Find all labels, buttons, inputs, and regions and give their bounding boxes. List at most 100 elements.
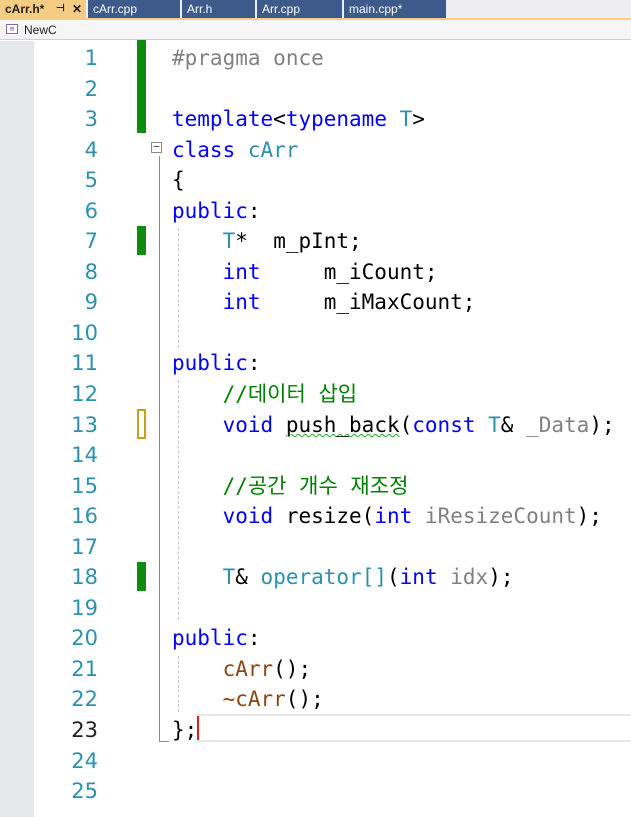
- token: void: [222, 504, 274, 528]
- line-number: 14: [71, 443, 98, 467]
- code-line-23[interactable]: };: [172, 718, 197, 742]
- current-line-highlight: [196, 714, 631, 742]
- token: cArr: [247, 138, 299, 162]
- line-number: 6: [84, 199, 98, 223]
- token: );: [488, 565, 514, 589]
- class-icon: ⊞: [6, 24, 18, 34]
- token: operator: [260, 565, 362, 589]
- change-bar: [137, 40, 146, 133]
- token: *: [235, 229, 248, 253]
- squiggle-token: push_back: [285, 413, 400, 437]
- line-number: 2: [84, 77, 98, 101]
- tab-label: cArr.h*: [5, 2, 45, 16]
- tab-label: Arr.h: [187, 2, 213, 16]
- scope-dropdown[interactable]: NewC: [24, 20, 57, 40]
- tab-carr-cpp[interactable]: cArr.cpp: [88, 0, 180, 18]
- code-line-7[interactable]: T* m_pInt;: [172, 229, 362, 253]
- close-icon[interactable]: ✕: [72, 0, 82, 18]
- token: void: [222, 413, 274, 437]
- code-line-16[interactable]: void resize(int iResizeCount);: [172, 504, 602, 528]
- line-number: 16: [71, 504, 98, 528]
- token: ();: [285, 687, 324, 711]
- code-line-3[interactable]: template<typename T>: [172, 107, 425, 131]
- tab-carr-h[interactable]: cArr.h* ⊣ ✕: [0, 0, 86, 18]
- token: int: [222, 290, 261, 314]
- code-line-22[interactable]: ~cArr();: [172, 687, 324, 711]
- token: once: [273, 46, 324, 70]
- line-number: 4: [84, 138, 98, 162]
- token: typename: [285, 107, 387, 131]
- navigation-bar[interactable]: ⊞ NewC: [0, 20, 631, 40]
- token: T: [488, 413, 501, 437]
- line-number: 10: [71, 321, 98, 345]
- token: (: [399, 413, 413, 437]
- outline-end: [159, 741, 169, 743]
- token: T: [399, 107, 413, 131]
- line-number-current: 23: [71, 718, 98, 742]
- token: :: [247, 351, 261, 375]
- line-number: 15: [71, 474, 98, 498]
- comment: //공간 개수 재조정: [222, 474, 409, 498]
- token: :: [247, 626, 261, 650]
- code-line-20[interactable]: public:: [172, 626, 261, 650]
- tab-label: cArr.cpp: [93, 2, 138, 16]
- line-number: 3: [84, 107, 98, 131]
- change-bar: [137, 562, 146, 591]
- code-line-11[interactable]: public:: [172, 351, 261, 375]
- line-number: 7: [84, 229, 98, 253]
- token: &: [500, 413, 514, 437]
- token: iResizeCount: [424, 504, 577, 528]
- line-number: 21: [71, 657, 98, 681]
- line-number: 5: [84, 168, 98, 192]
- line-number: 24: [71, 749, 98, 773]
- token: cArr: [222, 657, 274, 681]
- token: public: [172, 351, 248, 375]
- token: resize: [285, 504, 362, 528]
- saved-change-bar: [137, 409, 146, 439]
- line-number: 12: [71, 382, 98, 406]
- token: m_iMaxCount;: [323, 290, 476, 314]
- token: public: [172, 626, 248, 650]
- code-line-1[interactable]: #pragma once: [172, 46, 324, 70]
- code-line-6[interactable]: public:: [172, 199, 261, 223]
- token: >: [412, 107, 425, 131]
- tab-label: Arr.cpp: [262, 2, 301, 16]
- tab-main-cpp[interactable]: main.cpp*: [344, 0, 446, 18]
- code-line-9[interactable]: int m_iMaxCount;: [172, 290, 476, 314]
- code-line-15[interactable]: //공간 개수 재조정: [172, 474, 409, 498]
- token: );: [589, 413, 615, 437]
- token: ~cArr: [222, 687, 286, 711]
- tab-arr-cpp[interactable]: Arr.cpp: [257, 0, 342, 18]
- token: public: [172, 199, 248, 223]
- indicator-margin: [0, 41, 34, 817]
- token: m_pInt;: [273, 229, 362, 253]
- change-bar: [137, 226, 146, 255]
- token: int: [374, 504, 413, 528]
- tab-arr-h[interactable]: Arr.h: [182, 0, 255, 18]
- pin-icon[interactable]: ⊣: [56, 0, 65, 18]
- comment: //데이터 삽입: [222, 382, 358, 406]
- token: int: [222, 260, 261, 284]
- code-line-5[interactable]: {: [172, 168, 185, 192]
- token: (: [387, 565, 400, 589]
- token: #pragma: [172, 46, 261, 70]
- line-number: 20: [71, 626, 98, 650]
- token: (: [361, 504, 375, 528]
- token: template: [172, 107, 274, 131]
- line-number: 13: [71, 413, 98, 437]
- tab-bar: cArr.h* ⊣ ✕ cArr.cpp Arr.h Arr.cpp main.…: [0, 0, 631, 18]
- line-number: 25: [71, 779, 98, 803]
- collapse-toggle-icon[interactable]: −: [151, 141, 162, 153]
- code-line-12[interactable]: //데이터 삽입: [172, 382, 358, 406]
- code-line-18[interactable]: T& operator[](int idx);: [172, 565, 514, 589]
- token: const: [412, 413, 476, 437]
- code-line-21[interactable]: cArr();: [172, 657, 312, 681]
- token: _Data: [526, 413, 590, 437]
- code-line-8[interactable]: int m_iCount;: [172, 260, 438, 284]
- text-caret: [197, 716, 199, 740]
- code-line-4[interactable]: class cArr: [172, 138, 298, 162]
- code-line-13[interactable]: void push_back(const T& _Data);: [172, 413, 615, 437]
- token: []: [361, 565, 387, 589]
- line-number: 19: [71, 596, 98, 620]
- line-number: 17: [71, 535, 98, 559]
